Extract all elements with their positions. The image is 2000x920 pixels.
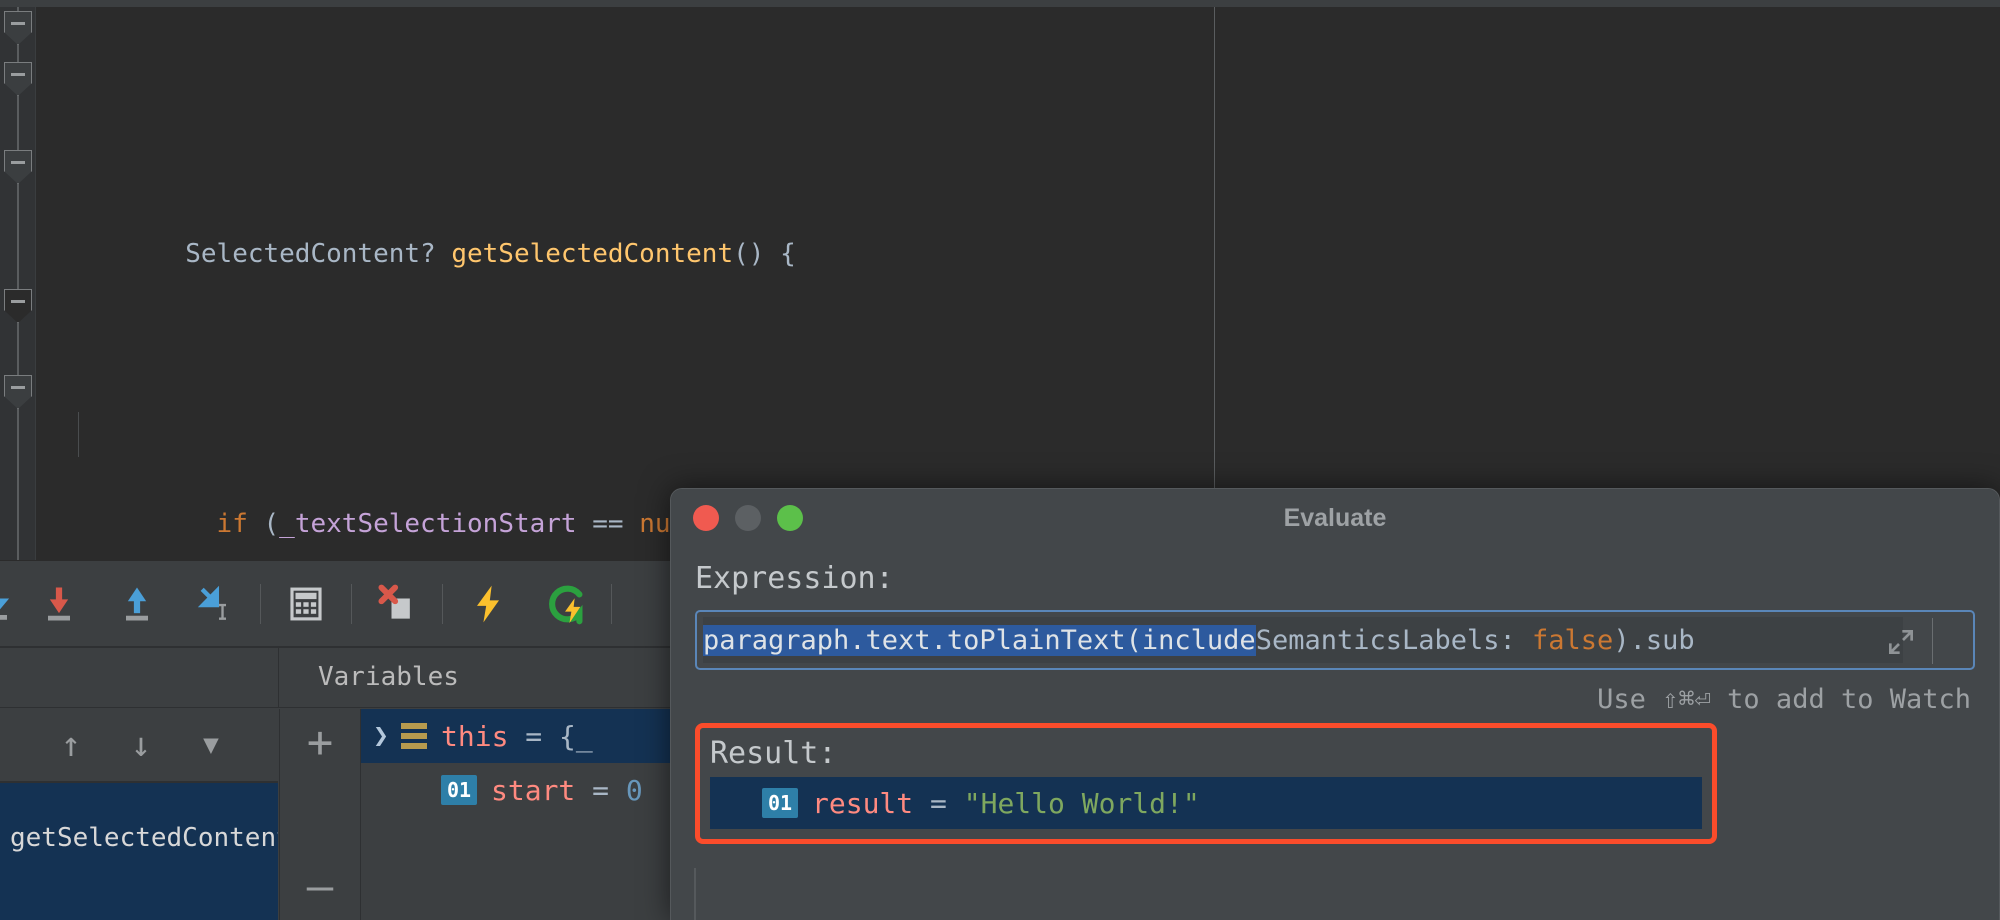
result-label: Result: bbox=[710, 736, 1702, 771]
add-watch-button[interactable]: + bbox=[292, 715, 348, 771]
dialog-left-edge bbox=[694, 868, 696, 920]
variable-operator: = bbox=[525, 720, 542, 753]
expression-input[interactable]: paragraph.text.toPlainText(includeSemant… bbox=[695, 610, 1975, 670]
variable-operator: = bbox=[592, 774, 609, 807]
move-up-button[interactable]: ↑ bbox=[40, 717, 102, 773]
step-over-icon bbox=[0, 582, 18, 626]
expand-chevron-icon[interactable]: ❯ bbox=[361, 721, 401, 751]
editor-gutter[interactable] bbox=[0, 7, 36, 560]
dialog-body: Expression: paragraph.text.toPlainText(i… bbox=[671, 561, 1999, 844]
evaluate-expression-button[interactable] bbox=[267, 561, 345, 646]
run-to-cursor-button[interactable] bbox=[176, 561, 254, 646]
variable-value: 0 bbox=[626, 774, 643, 807]
result-highlight-box: Result: 01 result = "Hello World!" bbox=[695, 723, 1717, 844]
expand-editor-icon[interactable] bbox=[1885, 626, 1917, 658]
expression-field-divider bbox=[1932, 618, 1933, 664]
expression-label: Expression: bbox=[695, 561, 1975, 596]
fold-marker-2[interactable] bbox=[4, 62, 32, 96]
panel-divider-1 bbox=[278, 648, 279, 708]
remove-watch-button[interactable]: – bbox=[292, 859, 348, 915]
fold-marker-4[interactable] bbox=[4, 289, 32, 323]
evaluate-expression-icon bbox=[285, 583, 327, 625]
step-out-button[interactable] bbox=[98, 561, 176, 646]
result-variable-name: result bbox=[812, 787, 913, 820]
toolbar-divider-4 bbox=[611, 584, 612, 624]
frame-entry[interactable]: getSelectedContent bbox=[0, 783, 278, 920]
code-line-if[interactable]: if (_textSelectionStart == null || _text… bbox=[36, 412, 2000, 457]
dialog-titlebar[interactable]: Evaluate bbox=[671, 489, 1999, 547]
object-icon bbox=[401, 723, 427, 749]
toolbar-divider-1 bbox=[260, 584, 261, 624]
number-badge-01-icon: 01 bbox=[762, 788, 798, 818]
code-line-signature[interactable]: SelectedContent? getSelectedContent() { bbox=[36, 187, 2000, 232]
watches-add-column: + – bbox=[279, 709, 359, 920]
variable-name: this bbox=[441, 720, 508, 753]
result-row[interactable]: 01 result = "Hello World!" bbox=[710, 777, 1702, 829]
result-operator: = bbox=[930, 787, 947, 820]
dialog-title: Evaluate bbox=[671, 504, 1999, 533]
force-step-button[interactable] bbox=[449, 561, 527, 646]
step-out-icon bbox=[115, 582, 159, 626]
toolbar-divider-2 bbox=[351, 584, 352, 624]
variable-value: {_ bbox=[559, 720, 593, 753]
variable-name: start bbox=[491, 774, 575, 807]
fold-marker-5[interactable] bbox=[4, 375, 32, 409]
hot-reload-button[interactable] bbox=[527, 561, 605, 646]
mute-breakpoints-button[interactable] bbox=[358, 561, 436, 646]
variables-panel-title: Variables bbox=[318, 662, 459, 692]
frames-nav-column: ↑ ↓ ▼ getSelectedContent bbox=[0, 709, 278, 920]
hot-reload-icon bbox=[543, 581, 589, 627]
step-over-button[interactable] bbox=[0, 561, 20, 646]
fold-marker-3[interactable] bbox=[4, 150, 32, 184]
run-to-cursor-icon bbox=[193, 582, 237, 626]
expression-rest-text: SemanticsLabels: bbox=[1256, 625, 1532, 656]
force-step-icon bbox=[466, 582, 510, 626]
mute-breakpoints-icon bbox=[375, 582, 419, 626]
expression-selected-text: paragraph.text.toPlainText(include bbox=[703, 625, 1256, 656]
watch-hint: Use ⇧⌘⏎ to add to Watch bbox=[695, 684, 1975, 715]
evaluate-dialog[interactable]: Evaluate Expression: paragraph.text.toPl… bbox=[670, 488, 2000, 920]
code-editor[interactable]: SelectedContent? getSelectedContent() { … bbox=[0, 0, 2000, 560]
expression-text[interactable]: paragraph.text.toPlainText(includeSemant… bbox=[703, 617, 1903, 663]
toolbar-divider-3 bbox=[442, 584, 443, 624]
step-into-button[interactable] bbox=[20, 561, 98, 646]
expression-tail-text: ).sub bbox=[1613, 625, 1694, 656]
fold-marker-1[interactable] bbox=[4, 11, 32, 45]
result-value: "Hello World!" bbox=[964, 787, 1200, 820]
filter-dropdown-button[interactable]: ▼ bbox=[180, 717, 242, 773]
number-badge-01-icon: 01 bbox=[441, 775, 477, 805]
move-down-button[interactable]: ↓ bbox=[110, 717, 172, 773]
editor-top-strip bbox=[0, 0, 2000, 7]
code-text-area[interactable]: SelectedContent? getSelectedContent() { … bbox=[36, 7, 2000, 560]
step-into-icon bbox=[37, 582, 81, 626]
expression-keyword-text: false bbox=[1532, 625, 1613, 656]
